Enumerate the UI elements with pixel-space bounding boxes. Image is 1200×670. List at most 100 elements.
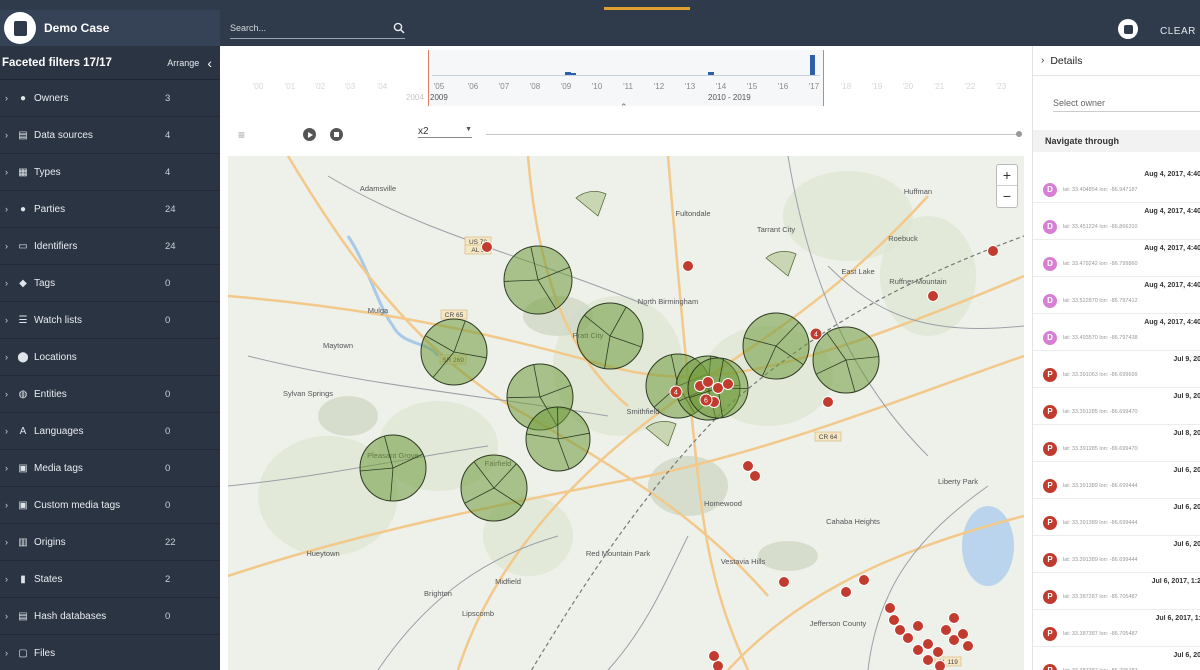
event-pin xyxy=(822,396,834,408)
details-title: Details xyxy=(1050,54,1083,67)
filter-item-owners[interactable]: › ● Owners 3 xyxy=(0,80,220,117)
filter-item-languages[interactable]: › A Languages 0 xyxy=(0,413,220,450)
select-owner-dropdown[interactable]: Select owner xyxy=(1053,98,1200,112)
detail-item[interactable]: P Jul 6, 20 lat: 33.391389 lon: -86.699444 xyxy=(1033,499,1200,536)
timeline[interactable]: 2004 2009 2010 - 2019 ⌃ '05 '06 '07 '08 '09 '… xyxy=(220,46,1032,116)
filter-item-watch-lists[interactable]: › ☰ Watch lists 0 xyxy=(0,302,220,339)
timeline-tick: '03 xyxy=(344,82,356,91)
filter-item-media-tags[interactable]: › ▣ Media tags 0 xyxy=(0,450,220,487)
filter-item-data-sources[interactable]: › ▤ Data sources 4 xyxy=(0,117,220,154)
chevron-right-icon: › xyxy=(5,648,8,658)
filter-label: Locations xyxy=(34,351,77,363)
detail-coordinates: lat: 33.391389 lon: -86.699444 xyxy=(1063,520,1138,526)
place-label: Red Mountain Park xyxy=(586,549,650,558)
timeline-activity-bar xyxy=(570,73,576,75)
detail-timestamp: Jul 6, 20 xyxy=(1173,467,1200,474)
detail-item[interactable]: P Jul 8, 20 lat: 33.391285 lon: -86.699470 xyxy=(1033,425,1200,462)
timeline-tick: '17 xyxy=(808,82,820,91)
filter-item-entities[interactable]: › ◍ Entities 0 xyxy=(0,376,220,413)
filter-list: › ● Owners 3 › ▤ Data sources 4 › ▦ Types 4 › ● Partie… xyxy=(0,80,220,670)
event-pin xyxy=(708,650,720,662)
calendar-icon[interactable] xyxy=(1118,19,1138,39)
filter-item-parties[interactable]: › ● Parties 24 xyxy=(0,191,220,228)
detail-item[interactable]: D Aug 4, 2017, 4:40 lat: 33.451224 lon: -8… xyxy=(1033,203,1200,240)
timeline-activity-bar xyxy=(708,72,714,75)
details-header[interactable]: › Details xyxy=(1033,46,1200,76)
event-pin xyxy=(888,614,900,626)
timeline-activity-bar xyxy=(810,55,815,75)
timeline-selected-range[interactable] xyxy=(428,50,824,106)
detail-item[interactable]: P Jul 6, 20 lat: 33.391389 lon: -86.699444 xyxy=(1033,462,1200,499)
detail-coordinates: lat: 33.479242 lon: -86.799860 xyxy=(1063,261,1138,267)
zoom-in-button[interactable]: + xyxy=(997,165,1017,186)
playback-slider[interactable] xyxy=(486,131,1022,137)
faceted-filters-sidebar: Faceted filters 17/17 Arrange ‹ › ● Owners… xyxy=(0,46,220,670)
detail-item[interactable]: D Aug 4, 2017, 4:40 lat: 33.493570 lon: -8… xyxy=(1033,314,1200,351)
search-icon[interactable] xyxy=(393,22,405,34)
lake xyxy=(962,506,1014,586)
filter-label: Owners xyxy=(34,92,69,104)
id-card-icon: ▭ xyxy=(18,240,28,252)
avatar: P xyxy=(1043,442,1057,456)
arrange-button[interactable]: Arrange xyxy=(167,58,199,68)
case-title: Demo Case xyxy=(44,21,110,35)
detail-timestamp: Jul 9, 20 xyxy=(1173,393,1200,400)
filter-count: 0 xyxy=(165,388,171,400)
speed-select[interactable]: x2 ▼ xyxy=(418,126,472,138)
detail-coordinates: lat: 33.493570 lon: -86.797438 xyxy=(1063,335,1138,341)
detail-item[interactable]: D Aug 4, 2017, 4:40 lat: 33.404854 lon: -8… xyxy=(1033,166,1200,203)
event-pin xyxy=(840,586,852,598)
detail-timestamp: Aug 4, 2017, 4:40 xyxy=(1144,282,1200,289)
detail-timestamp: Aug 4, 2017, 4:40 xyxy=(1144,208,1200,215)
trash-icon: ▮ xyxy=(20,573,26,585)
stop-button[interactable] xyxy=(330,128,343,141)
detail-item[interactable]: PJul 6, 20lat: 33.387387 lon: -86.705487 xyxy=(1033,647,1200,670)
detail-timestamp: Jul 6, 20 xyxy=(1173,652,1200,659)
filter-item-states[interactable]: › ▮ States 2 xyxy=(0,561,220,598)
map-view[interactable]: Adamsville Fultondale Huffman Tarrant City R… xyxy=(228,156,1024,670)
filter-item-locations[interactable]: › ⬤ Locations xyxy=(0,339,220,376)
filter-item-hash-databases[interactable]: › ▤ Hash databases 0 xyxy=(0,598,220,635)
filter-item-custom-media-tags[interactable]: › ▣ Custom media tags 0 xyxy=(0,487,220,524)
zoom-out-button[interactable]: − xyxy=(997,186,1017,207)
filter-label: Origins xyxy=(34,536,66,548)
detail-item[interactable]: P Jul 9, 20 lat: 33.391285 lon: -86.699470 xyxy=(1033,388,1200,425)
database-icon: ▤ xyxy=(18,610,28,622)
top-bar: Demo Case Search... CLEAR xyxy=(0,0,1200,46)
place-label: Ruffner Mountain xyxy=(889,277,946,286)
detail-item[interactable]: D Aug 4, 2017, 4:40 lat: 33.522870 lon: -8… xyxy=(1033,277,1200,314)
menu-icon[interactable]: ≡ xyxy=(238,128,245,142)
detail-item[interactable]: D Aug 4, 2017, 4:40 lat: 33.479242 lon: -8… xyxy=(1033,240,1200,277)
event-pin xyxy=(481,241,493,253)
timeline-tick: '08 xyxy=(529,82,541,91)
detail-item[interactable]: P Jul 6, 20 lat: 33.391389 lon: -86.699444 xyxy=(1033,536,1200,573)
timeline-tick: '10 xyxy=(591,82,603,91)
timeline-expand-icon[interactable]: ⌃ xyxy=(620,102,628,113)
filter-count: 4 xyxy=(165,129,171,141)
detail-item[interactable]: P Jul 6, 2017, 1: lat: 33.387387 lon: -86.… xyxy=(1033,610,1200,647)
filter-item-origins[interactable]: › ▥ Origins 22 xyxy=(0,524,220,561)
place-label: North Birmingham xyxy=(638,297,698,306)
globe-icon: ◍ xyxy=(18,388,28,400)
app-window: Demo Case Search... CLEAR Faceted filter… xyxy=(0,0,1200,670)
range-start-top: 2004 xyxy=(406,93,424,102)
search-input[interactable]: Search... xyxy=(230,17,405,39)
speed-value: x2 xyxy=(418,126,429,137)
filter-item-identifiers[interactable]: › ▭ Identifiers 24 xyxy=(0,228,220,265)
map-canvas[interactable]: Adamsville Fultondale Huffman Tarrant City R… xyxy=(228,156,1024,670)
clear-button[interactable]: CLEAR xyxy=(1160,26,1196,37)
detail-item[interactable]: P Jul 6, 2017, 1:2 lat: 33.387287 lon: -86… xyxy=(1033,573,1200,610)
case-header[interactable]: Demo Case xyxy=(0,10,220,46)
files-icon: ▢ xyxy=(18,647,28,659)
slider-handle[interactable] xyxy=(1016,131,1022,137)
play-button[interactable] xyxy=(303,128,316,141)
filter-item-types[interactable]: › ▦ Types 4 xyxy=(0,154,220,191)
filter-item-tags[interactable]: › ◆ Tags 0 xyxy=(0,265,220,302)
collapse-sidebar-icon[interactable]: ‹ xyxy=(207,55,212,71)
event-pin xyxy=(932,646,944,658)
detail-item[interactable]: P Jul 9, 20 lat: 33.391063 lon: -86.699699 xyxy=(1033,351,1200,388)
filter-label: Files xyxy=(34,647,56,659)
detail-timestamp: Aug 4, 2017, 4:40 xyxy=(1144,245,1200,252)
chevron-right-icon: › xyxy=(5,352,8,362)
filter-item-files[interactable]: › ▢ Files xyxy=(0,635,220,670)
